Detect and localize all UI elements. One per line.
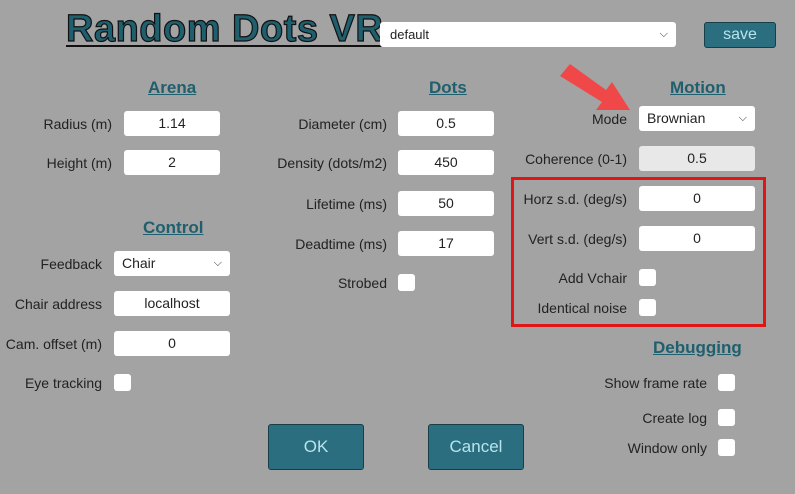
coherence-input[interactable]: 0.5 — [639, 146, 755, 171]
window-only-checkbox[interactable] — [718, 439, 735, 456]
arrow-annotation-icon — [560, 64, 630, 110]
chair-address-input[interactable]: localhost — [114, 291, 230, 316]
highlight-box — [511, 177, 766, 327]
feedback-value: Chair — [122, 255, 156, 271]
density-input[interactable]: 450 — [398, 150, 494, 175]
chevron-down-icon: ⌵ — [213, 257, 222, 269]
control-heading: Control — [143, 218, 204, 237]
deadtime-input[interactable]: 17 — [398, 231, 494, 256]
show-frame-rate-label: Show frame rate — [604, 375, 707, 391]
chevron-down-icon: ⌵ — [738, 112, 747, 124]
deadtime-label: Deadtime (ms) — [295, 236, 387, 252]
debugging-heading: Debugging — [653, 338, 742, 357]
mode-dropdown[interactable]: Brownian ⌵ — [639, 106, 755, 131]
app-title: Random Dots VR — [65, 7, 384, 50]
window-only-label: Window only — [627, 440, 707, 456]
height-input[interactable]: 2 — [124, 150, 220, 175]
arena-heading: Arena — [148, 78, 197, 97]
strobed-label: Strobed — [337, 275, 387, 291]
diameter-input[interactable]: 0.5 — [398, 111, 494, 136]
chair-address-label: Chair address — [14, 296, 102, 312]
cam-offset-input[interactable]: 0 — [114, 331, 230, 356]
show-frame-rate-checkbox[interactable] — [718, 374, 735, 391]
lifetime-label: Lifetime (ms) — [306, 196, 387, 212]
motion-heading: Motion — [670, 78, 726, 97]
height-label: Height (m) — [46, 155, 112, 171]
lifetime-input[interactable]: 50 — [398, 191, 494, 216]
ok-button[interactable]: OK — [268, 424, 364, 470]
coherence-label: Coherence (0-1) — [525, 151, 627, 167]
density-label: Density (dots/m2) — [277, 155, 387, 171]
feedback-label: Feedback — [40, 256, 102, 272]
feedback-dropdown[interactable]: Chair ⌵ — [114, 251, 230, 276]
diameter-label: Diameter (cm) — [298, 116, 387, 132]
cam-offset-label: Cam. offset (m) — [5, 336, 102, 352]
radius-input[interactable]: 1.14 — [124, 111, 220, 136]
preset-value: default — [390, 27, 430, 42]
dots-heading: Dots — [429, 78, 467, 97]
save-button[interactable]: save — [704, 22, 776, 48]
radius-label: Radius (m) — [43, 116, 112, 132]
chevron-down-icon: ⌵ — [659, 28, 668, 40]
cancel-button[interactable]: Cancel — [428, 424, 524, 470]
strobed-checkbox[interactable] — [398, 274, 415, 291]
eye-tracking-label: Eye tracking — [24, 375, 102, 391]
create-log-label: Create log — [642, 410, 707, 426]
create-log-checkbox[interactable] — [718, 409, 735, 426]
mode-value: Brownian — [647, 110, 706, 126]
preset-dropdown[interactable]: default ⌵ — [380, 22, 676, 47]
eye-tracking-checkbox[interactable] — [114, 374, 131, 391]
